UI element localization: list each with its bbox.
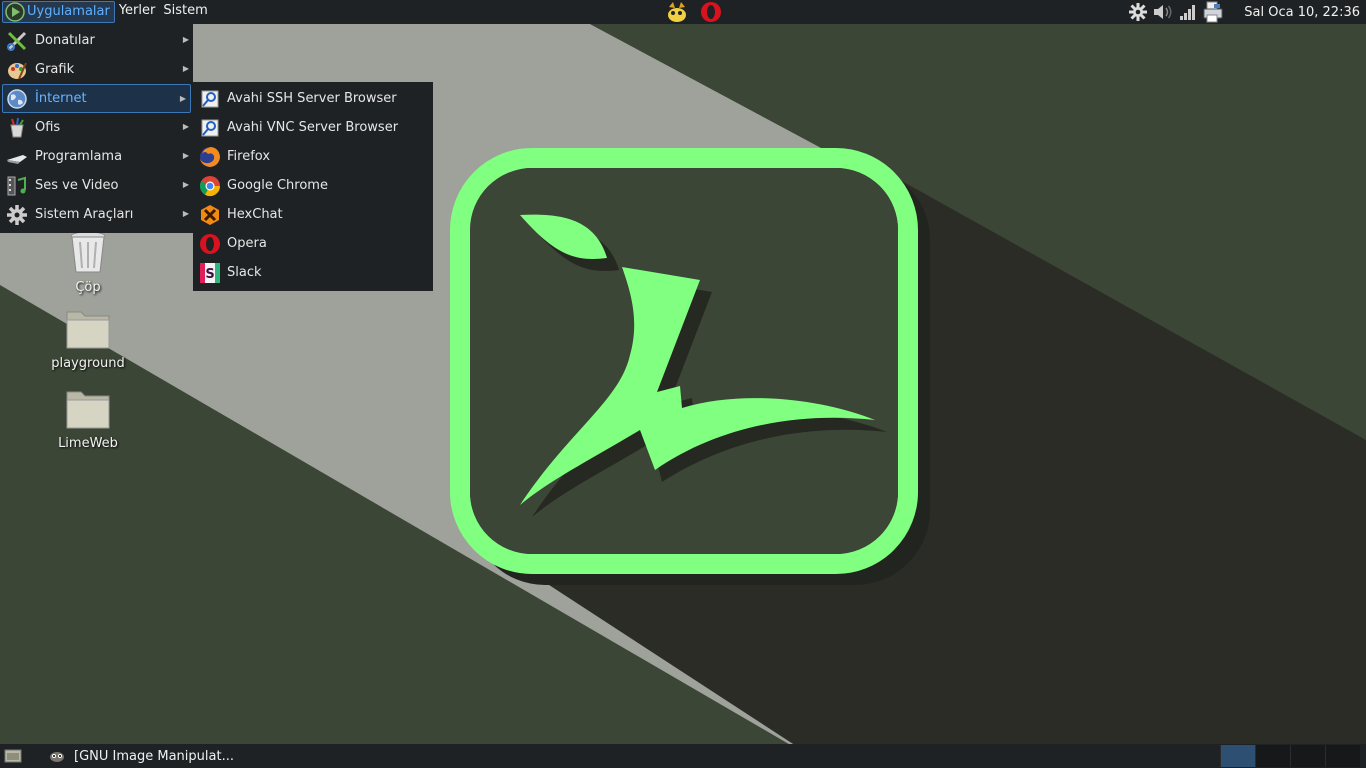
applications-menu-button[interactable]: Uygulamalar	[2, 1, 115, 23]
opera-launcher-icon[interactable]	[699, 0, 723, 24]
menu-item-graphics[interactable]: Grafik ▶	[0, 55, 193, 84]
applications-menu: Donatılar ▶ Grafik ▶ İnternet ▶ Ofis ▶ P…	[0, 24, 193, 233]
programming-icon	[6, 146, 28, 168]
svg-text:S: S	[205, 267, 214, 282]
desktop-icon-label: LimeWeb	[58, 436, 118, 451]
volume-icon[interactable]	[1152, 1, 1174, 23]
desktop-icon-label: playground	[51, 356, 125, 371]
workspace-3[interactable]	[1290, 745, 1325, 767]
workspace-4[interactable]	[1325, 745, 1360, 767]
menu-item-label: Ofis	[35, 120, 61, 135]
menu-item-internet[interactable]: İnternet ▶	[2, 84, 191, 113]
workspace-2[interactable]	[1255, 745, 1290, 767]
submenu-item-label: Firefox	[227, 149, 271, 164]
taskbar-button-gimp[interactable]: [GNU Image Manipulat...	[42, 745, 240, 767]
folder-icon	[65, 308, 111, 354]
submenu-item-opera[interactable]: Opera	[193, 229, 433, 258]
system-tools-icon	[6, 204, 28, 226]
avahi-icon	[199, 117, 221, 139]
menu-item-label: Ses ve Video	[35, 178, 119, 193]
places-menu-button[interactable]: Yerler	[115, 1, 160, 23]
show-desktop-icon[interactable]	[2, 745, 24, 767]
submenu-item-slack[interactable]: S Slack	[193, 258, 433, 287]
menu-item-programming[interactable]: Programlama ▶	[0, 142, 193, 171]
workspace-1[interactable]	[1220, 745, 1255, 767]
desktop-icon-trash[interactable]: Çöp	[43, 228, 133, 295]
weather-icon[interactable]	[665, 0, 689, 24]
menu-item-label: Donatılar	[35, 33, 95, 48]
bottom-panel: [GNU Image Manipulat...	[0, 744, 1366, 768]
panel-launchers	[665, 0, 723, 24]
settings-icon[interactable]	[1127, 1, 1149, 23]
submenu-arrow-icon: ▶	[179, 94, 186, 103]
submenu-arrow-icon: ▶	[182, 122, 189, 131]
submenu-item-label: Slack	[227, 265, 262, 280]
submenu-arrow-icon: ▶	[182, 180, 189, 189]
system-tray: Sal Oca 10, 22:36	[1124, 0, 1366, 24]
accessories-icon	[6, 30, 28, 52]
graphics-icon	[6, 59, 28, 81]
network-icon[interactable]	[1177, 1, 1199, 23]
menu-item-label: Grafik	[35, 62, 75, 77]
menu-item-system-tools[interactable]: Sistem Araçları ▶	[0, 200, 193, 229]
submenu-item-label: Avahi SSH Server Browser	[227, 91, 397, 106]
hexchat-icon	[199, 204, 221, 226]
menu-item-label: Programlama	[35, 149, 123, 164]
submenu-item-firefox[interactable]: Firefox	[193, 142, 433, 171]
opera-icon	[199, 233, 221, 255]
chrome-icon	[199, 175, 221, 197]
menu-item-label: İnternet	[35, 91, 87, 106]
top-menu-bar: Uygulamalar Yerler Sistem	[0, 0, 212, 24]
office-icon	[6, 117, 28, 139]
submenu-item-label: Avahi VNC Server Browser	[227, 120, 399, 135]
submenu-item-google-chrome[interactable]: Google Chrome	[193, 171, 433, 200]
avahi-icon	[199, 88, 221, 110]
submenu-item-label: HexChat	[227, 207, 283, 222]
system-menu-button[interactable]: Sistem	[159, 1, 211, 23]
top-panel: Uygulamalar Yerler Sistem Sal Oca 10, 22…	[0, 0, 1366, 24]
submenu-arrow-icon: ▶	[182, 151, 189, 160]
workspace-switcher	[1220, 745, 1360, 767]
multimedia-icon	[6, 175, 28, 197]
clock[interactable]: Sal Oca 10, 22:36	[1244, 5, 1366, 20]
printer-icon[interactable]	[1202, 1, 1224, 23]
desktop-icon-label: Çöp	[75, 280, 101, 295]
internet-globe-icon	[6, 88, 28, 110]
internet-submenu: Avahi SSH Server Browser Avahi VNC Serve…	[193, 82, 433, 291]
submenu-item-avahi-vnc[interactable]: Avahi VNC Server Browser	[193, 113, 433, 142]
menu-item-accessories[interactable]: Donatılar ▶	[0, 26, 193, 55]
submenu-item-avahi-ssh[interactable]: Avahi SSH Server Browser	[193, 84, 433, 113]
gimp-icon	[48, 747, 66, 765]
firefox-icon	[199, 146, 221, 168]
taskbar-button-label: [GNU Image Manipulat...	[74, 748, 234, 764]
trash-icon	[68, 228, 108, 278]
menu-item-office[interactable]: Ofis ▶	[0, 113, 193, 142]
desktop-icon-limeweb[interactable]: LimeWeb	[43, 388, 133, 451]
applications-menu-label: Uygulamalar	[27, 4, 110, 19]
slack-icon: S	[199, 262, 221, 284]
submenu-item-label: Google Chrome	[227, 178, 328, 193]
submenu-item-hexchat[interactable]: HexChat	[193, 200, 433, 229]
submenu-arrow-icon: ▶	[182, 209, 189, 218]
submenu-arrow-icon: ▶	[182, 64, 189, 73]
desktop-icon-playground[interactable]: playground	[43, 308, 133, 371]
mint-logo-icon	[3, 1, 27, 23]
menu-item-sound-video[interactable]: Ses ve Video ▶	[0, 171, 193, 200]
submenu-arrow-icon: ▶	[182, 35, 189, 44]
folder-icon	[65, 388, 111, 434]
menu-item-label: Sistem Araçları	[35, 207, 134, 222]
submenu-item-label: Opera	[227, 236, 267, 251]
